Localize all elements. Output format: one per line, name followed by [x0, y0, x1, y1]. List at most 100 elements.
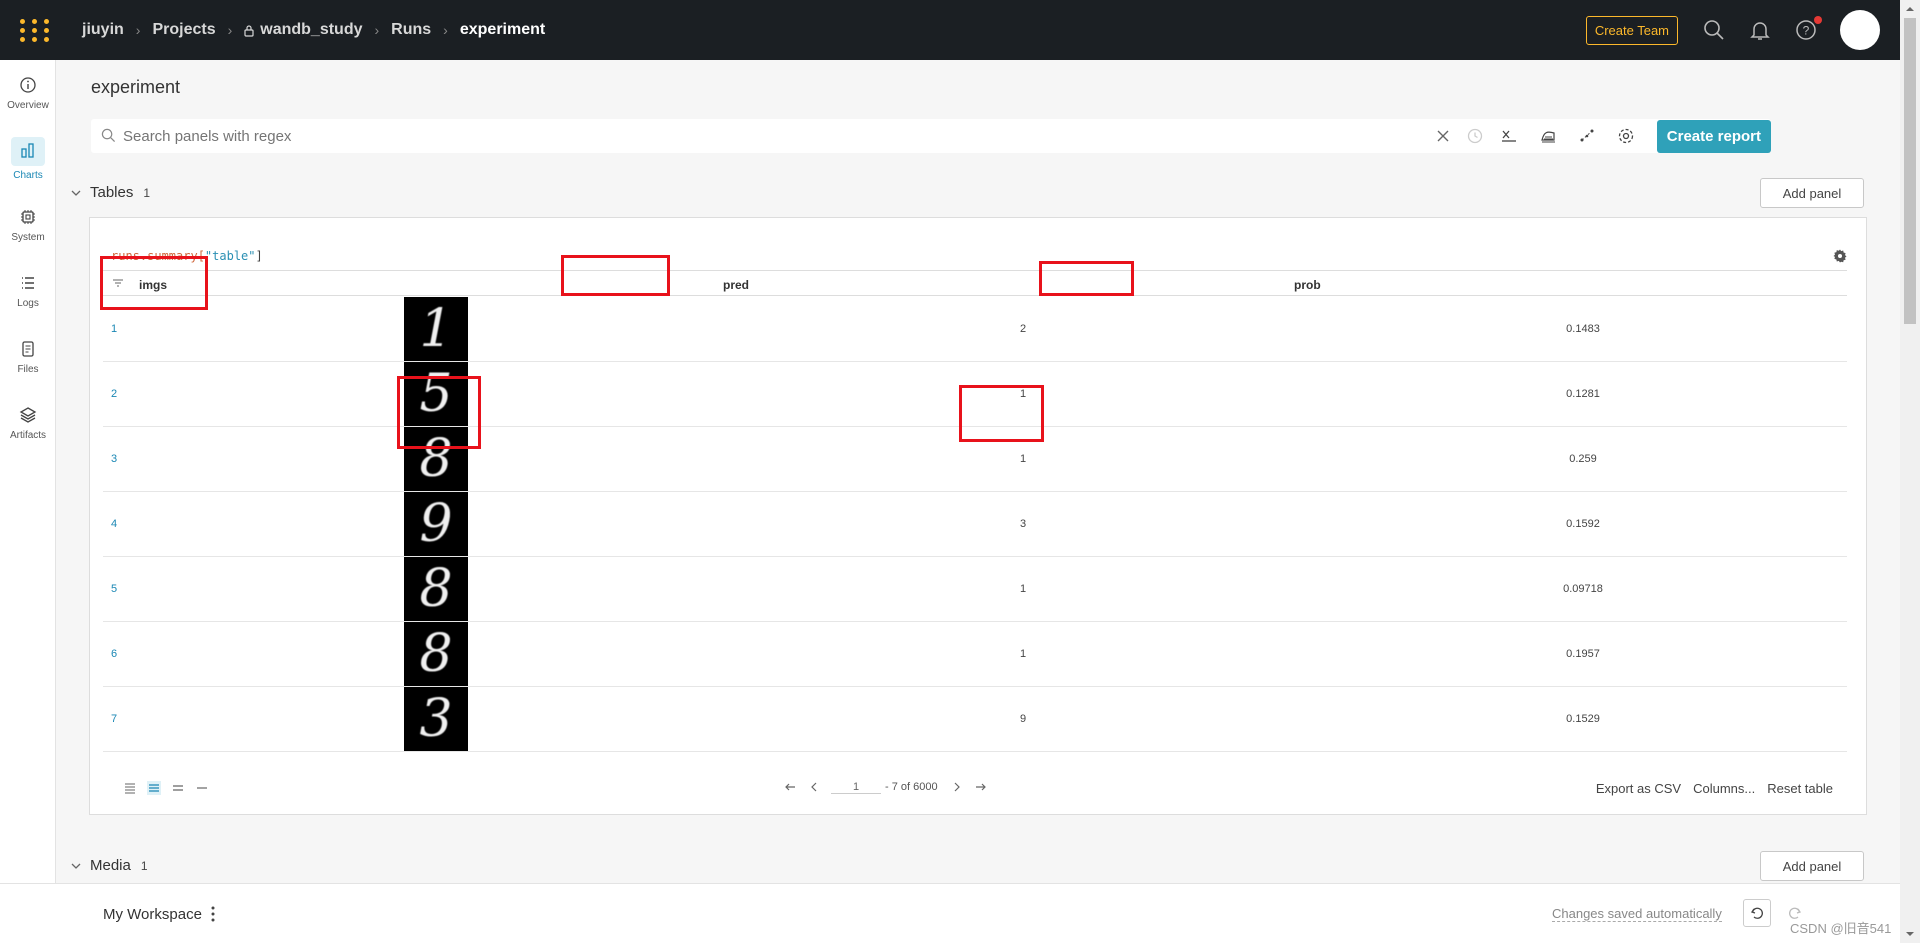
image-digit: 8	[419, 559, 453, 619]
column-header-pred[interactable]: pred	[723, 278, 749, 292]
nav-files[interactable]: Files	[0, 324, 56, 390]
density-large-icon[interactable]	[171, 781, 185, 795]
mnist-image: 9	[404, 492, 468, 556]
outliers-icon[interactable]	[1578, 127, 1596, 145]
export-csv-button[interactable]: Export as CSV	[1596, 781, 1681, 796]
density-medium-icon[interactable]	[147, 781, 161, 795]
search-icon	[101, 128, 116, 143]
query-key: "table"	[204, 249, 256, 263]
add-panel-button[interactable]: Add panel	[1760, 178, 1864, 208]
workspace-name[interactable]: My Workspace	[103, 906, 202, 923]
nav-files-label: Files	[17, 363, 39, 375]
table-actions: Export as CSV Columns... Reset table	[1584, 781, 1833, 796]
row-index[interactable]: 5	[111, 583, 117, 595]
last-page-icon[interactable]	[974, 780, 988, 794]
settings-gear-icon[interactable]	[1617, 127, 1635, 145]
row-index[interactable]: 3	[111, 453, 117, 465]
nav-system[interactable]: System	[0, 192, 56, 258]
smoothing-icon[interactable]	[1539, 127, 1557, 145]
mnist-image: 8	[404, 557, 468, 621]
nav-system-label: System	[11, 231, 45, 243]
search-input[interactable]	[123, 127, 1423, 145]
breadcrumb-runs[interactable]: Runs	[391, 21, 431, 39]
create-team-button[interactable]: Create Team	[1585, 15, 1678, 45]
left-nav: Overview Charts System Logs Files Artifa…	[0, 60, 56, 883]
create-report-button[interactable]: Create report	[1656, 119, 1771, 153]
main-content: experiment Create report Tables 1 Add pa…	[56, 60, 1900, 883]
column-header-prob[interactable]: prob	[1294, 278, 1321, 292]
reset-table-button[interactable]: Reset table	[1767, 781, 1833, 796]
prob-cell: 0.1483	[1566, 323, 1600, 335]
undo-button[interactable]	[1743, 899, 1771, 927]
panel-search-bar: Create report	[91, 119, 1771, 153]
row-index[interactable]: 2	[111, 388, 117, 400]
row-index[interactable]: 1	[111, 323, 117, 335]
top-right-actions: Create Team ?	[1585, 0, 1880, 60]
density-xlarge-icon[interactable]	[195, 781, 209, 795]
table-row: 4 9 3 0.1592	[103, 492, 1847, 557]
row-index[interactable]: 6	[111, 648, 117, 660]
prob-cell: 0.1529	[1566, 713, 1600, 725]
pred-cell: 2	[1019, 323, 1027, 335]
first-page-icon[interactable]	[783, 780, 797, 794]
avatar[interactable]	[1840, 10, 1880, 50]
image-digit: 3	[419, 689, 453, 749]
prob-cell: 0.1281	[1566, 388, 1600, 400]
bottom-bar: My Workspace Changes saved automatically…	[0, 883, 1900, 943]
chevron-right-icon: ›	[135, 22, 141, 38]
nav-charts-label: Charts	[13, 170, 43, 181]
bar-chart-icon	[21, 143, 34, 158]
annotation-box-imgs	[100, 256, 208, 310]
row-index[interactable]: 4	[111, 518, 117, 530]
breadcrumb-user[interactable]: jiuyin	[82, 21, 124, 39]
x-axis-icon[interactable]	[1500, 127, 1518, 145]
save-status: Changes saved automatically	[1552, 906, 1722, 922]
add-panel-button[interactable]: Add panel	[1760, 851, 1864, 881]
help-icon-wrapper[interactable]: ?	[1794, 16, 1822, 42]
clear-icon[interactable]	[1434, 127, 1452, 145]
search-icon[interactable]	[1702, 18, 1726, 42]
page-number-input[interactable]	[831, 780, 881, 794]
nav-overview-label: Overview	[7, 99, 49, 111]
next-page-icon[interactable]	[950, 780, 964, 794]
bell-icon[interactable]	[1748, 18, 1772, 42]
watermark: CSDN @旧音541	[1790, 921, 1892, 936]
prev-page-icon[interactable]	[807, 780, 821, 794]
nav-charts[interactable]: Charts	[0, 126, 56, 192]
cpu-icon	[21, 209, 35, 224]
lock-icon	[244, 25, 254, 37]
nav-artifacts[interactable]: Artifacts	[0, 390, 56, 456]
pred-cell: 1	[1019, 453, 1027, 465]
wandb-logo-icon[interactable]	[18, 12, 54, 48]
breadcrumb: jiuyin › Projects › wandb_study › Runs ›…	[82, 21, 545, 39]
nav-overview[interactable]: Overview	[0, 60, 56, 126]
undo-icon	[1750, 907, 1763, 919]
chevron-down-icon	[71, 190, 81, 196]
section-media-header[interactable]: Media 1	[70, 857, 148, 874]
breadcrumb-current: experiment	[459, 21, 546, 38]
gear-icon[interactable]	[1832, 248, 1848, 264]
prob-cell: 0.259	[1569, 453, 1597, 465]
scrollbar-thumb[interactable]	[1904, 18, 1916, 324]
history-icon[interactable]	[1466, 127, 1484, 145]
breadcrumb-project[interactable]: wandb_study	[260, 21, 362, 39]
mnist-image: 1	[404, 297, 468, 361]
prob-cell: 0.1957	[1566, 648, 1600, 660]
breadcrumb-projects[interactable]: Projects	[152, 21, 215, 39]
row-index[interactable]: 7	[111, 713, 117, 725]
section-tables-header[interactable]: Tables 1	[70, 184, 150, 201]
info-icon	[20, 76, 36, 93]
nav-logs[interactable]: Logs	[0, 258, 56, 324]
page-scrollbar[interactable]	[1900, 0, 1920, 943]
scroll-up-icon[interactable]	[1904, 3, 1916, 15]
pagination: - 7 of 6000	[783, 780, 998, 794]
more-vertical-icon[interactable]	[211, 906, 215, 922]
nav-logs-label: Logs	[17, 297, 39, 309]
columns-button[interactable]: Columns...	[1693, 781, 1755, 796]
nav-artifacts-label: Artifacts	[9, 429, 47, 441]
chevron-right-icon: ›	[443, 22, 448, 38]
page-title: experiment	[91, 77, 181, 97]
density-compact-icon[interactable]	[123, 781, 137, 795]
scroll-down-icon[interactable]	[1904, 928, 1916, 940]
section-media-count: 1	[140, 858, 148, 873]
